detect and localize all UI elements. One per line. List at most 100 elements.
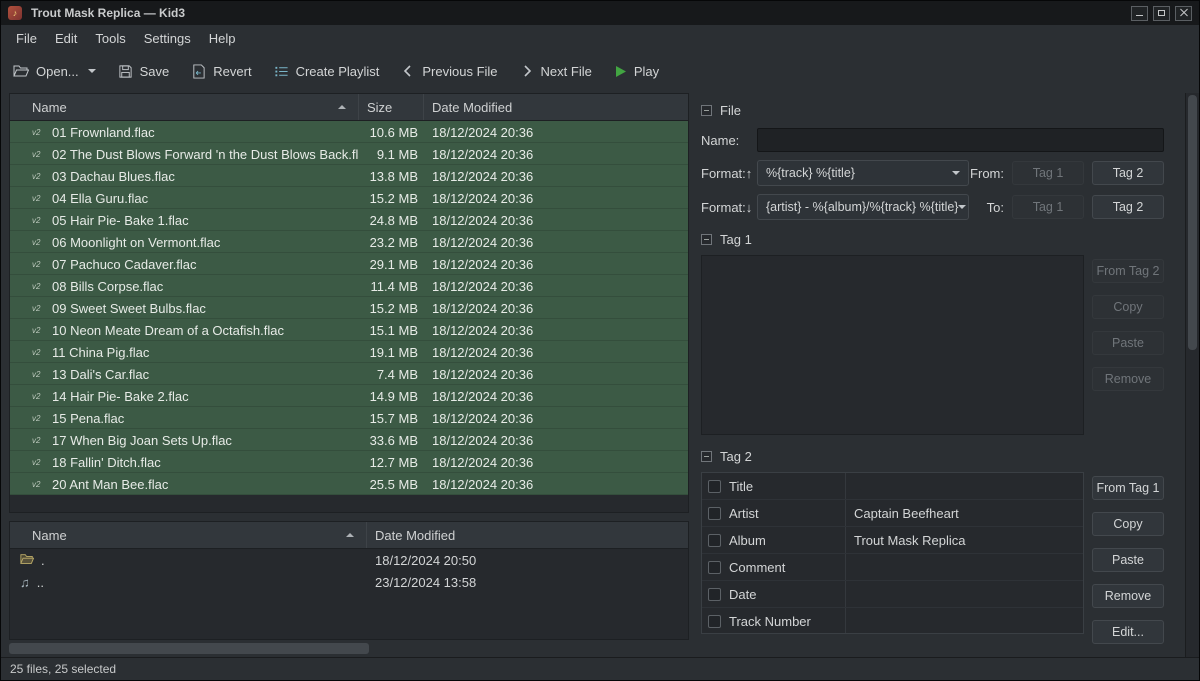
tag2-copy-button[interactable]: Copy (1092, 512, 1164, 536)
tag2-field-value-date[interactable] (845, 581, 1083, 607)
minimize-button[interactable] (1131, 6, 1148, 21)
file-row[interactable]: v218 Fallin' Ditch.flac12.7 MB18/12/2024… (10, 451, 688, 473)
menu-file[interactable]: File (7, 27, 46, 50)
tag2-field-value-title[interactable] (845, 473, 1083, 499)
filename-input[interactable] (757, 128, 1164, 152)
tag1-buttons: From Tag 2 Copy Paste Remove (1092, 255, 1164, 435)
save-button[interactable]: Save (118, 64, 170, 79)
checkbox-track-number[interactable] (708, 615, 721, 628)
file-row[interactable]: v201 Frownland.flac10.6 MB18/12/2024 20:… (10, 121, 688, 143)
file-row[interactable]: v203 Dachau Blues.flac13.8 MB18/12/2024 … (10, 165, 688, 187)
format-to-label: Format:↓ (701, 200, 757, 215)
revert-button[interactable]: Revert (191, 64, 251, 79)
folder-row[interactable]: .18/12/2024 20:50 (10, 549, 688, 571)
create-playlist-button[interactable]: Create Playlist (274, 64, 380, 79)
title-bar: ♪ Trout Mask Replica — Kid3 (1, 1, 1199, 25)
file-name-cell: v210 Neon Meate Dream of a Octafish.flac (10, 323, 359, 338)
tag2-field-value-track-number[interactable] (845, 608, 1083, 634)
tag1-from-tag-2-button[interactable]: From Tag 2 (1092, 259, 1164, 283)
file-name: 07 Pachuco Cadaver.flac (52, 257, 197, 272)
file-row[interactable]: v205 Hair Pie- Bake 1.flac24.8 MB18/12/2… (10, 209, 688, 231)
file-row[interactable]: v207 Pachuco Cadaver.flac29.1 MB18/12/20… (10, 253, 688, 275)
tag2-section-header[interactable]: Tag 2 (701, 449, 1164, 464)
tag2-field-row: Title (702, 473, 1083, 500)
file-row[interactable]: v208 Bills Corpse.flac11.4 MB18/12/2024 … (10, 275, 688, 297)
collapse-icon[interactable] (701, 105, 712, 116)
chevron-down-icon[interactable] (88, 69, 96, 73)
file-row[interactable]: v210 Neon Meate Dream of a Octafish.flac… (10, 319, 688, 341)
folder-name: . (41, 553, 45, 568)
file-section-header[interactable]: File (701, 103, 1164, 118)
format-from-combo[interactable]: %{track} %{title} (757, 160, 969, 186)
file-date-modified: 18/12/2024 20:36 (424, 279, 533, 294)
tag-state-icon: v2 (32, 480, 46, 489)
vertical-scrollbar-thumb[interactable] (1188, 95, 1197, 350)
to-tag-2-button[interactable]: Tag 2 (1092, 195, 1164, 219)
checkbox-album[interactable] (708, 534, 721, 547)
from-tag-2-button[interactable]: Tag 2 (1092, 161, 1164, 185)
file-date-modified: 18/12/2024 20:36 (424, 147, 533, 162)
tag2-remove-button[interactable]: Remove (1092, 584, 1164, 608)
file-row[interactable]: v211 China Pig.flac19.1 MB18/12/2024 20:… (10, 341, 688, 363)
file-row[interactable]: v215 Pena.flac15.7 MB18/12/2024 20:36 (10, 407, 688, 429)
column-header-name[interactable]: Name (10, 94, 359, 120)
file-row[interactable]: v204 Ella Guru.flac15.2 MB18/12/2024 20:… (10, 187, 688, 209)
checkbox-date[interactable] (708, 588, 721, 601)
tag2-field-value-album[interactable]: Trout Mask Replica (845, 527, 1083, 553)
file-row[interactable]: v209 Sweet Sweet Bulbs.flac15.2 MB18/12/… (10, 297, 688, 319)
checkbox-title[interactable] (708, 480, 721, 493)
folder-name: .. (37, 575, 44, 590)
tag1-remove-button[interactable]: Remove (1092, 367, 1164, 391)
file-date-modified: 18/12/2024 20:36 (424, 257, 533, 272)
previous-file-button[interactable]: Previous File (401, 64, 497, 79)
file-row[interactable]: v217 When Big Joan Sets Up.flac33.6 MB18… (10, 429, 688, 451)
folder-column-header-date-modified[interactable]: Date Modified (367, 522, 688, 548)
column-header-date-modified[interactable]: Date Modified (424, 94, 688, 120)
tag2-field-row: AlbumTrout Mask Replica (702, 527, 1083, 554)
from-label: From: (970, 166, 1004, 181)
tag1-paste-button[interactable]: Paste (1092, 331, 1164, 355)
file-row[interactable]: v214 Hair Pie- Bake 2.flac14.9 MB18/12/2… (10, 385, 688, 407)
tag2-field-value-comment[interactable] (845, 554, 1083, 580)
maximize-button[interactable] (1153, 6, 1170, 21)
tag2-from-tag-1-button[interactable]: From Tag 1 (1092, 476, 1164, 500)
file-name: 08 Bills Corpse.flac (52, 279, 163, 294)
horizontal-scrollbar[interactable] (9, 642, 689, 655)
to-tag-1-button[interactable]: Tag 1 (1012, 195, 1084, 219)
tag2-edit-button[interactable]: Edit... (1092, 620, 1164, 644)
collapse-icon[interactable] (701, 451, 712, 462)
file-row[interactable]: v206 Moonlight on Vermont.flac23.2 MB18/… (10, 231, 688, 253)
menu-tools[interactable]: Tools (86, 27, 134, 50)
folder-column-header-name[interactable]: Name (10, 522, 367, 548)
tag2-paste-button[interactable]: Paste (1092, 548, 1164, 572)
column-header-size[interactable]: Size (359, 94, 424, 120)
collapse-icon[interactable] (701, 234, 712, 245)
folder-row[interactable]: ♫..23/12/2024 13:58 (10, 571, 688, 593)
tag2-field-value-artist[interactable]: Captain Beefheart (845, 500, 1083, 526)
menu-help[interactable]: Help (200, 27, 245, 50)
file-name: 13 Dali's Car.flac (52, 367, 149, 382)
horizontal-scrollbar-thumb[interactable] (9, 643, 369, 654)
from-tag-1-button[interactable]: Tag 1 (1012, 161, 1084, 185)
checkbox-artist[interactable] (708, 507, 721, 520)
folder-table-header: Name Date Modified (10, 522, 688, 549)
format-to-combo[interactable]: {artist} - %{album}/%{track} %{title} (757, 194, 969, 220)
file-row[interactable]: v220 Ant Man Bee.flac25.5 MB18/12/2024 2… (10, 473, 688, 495)
play-button[interactable]: Play (614, 64, 659, 79)
next-file-button[interactable]: Next File (520, 64, 592, 79)
file-size: 9.1 MB (359, 147, 424, 162)
file-row[interactable]: v213 Dali's Car.flac7.4 MB18/12/2024 20:… (10, 363, 688, 385)
vertical-scrollbar[interactable] (1185, 93, 1199, 657)
right-pane: File Name: Format:↑ %{track} %{title} Fr… (689, 93, 1185, 657)
open-button[interactable]: Open... (13, 63, 96, 79)
checkbox-comment[interactable] (708, 561, 721, 574)
tag1-copy-button[interactable]: Copy (1092, 295, 1164, 319)
tag2-field-row: Date (702, 581, 1083, 608)
menu-settings[interactable]: Settings (135, 27, 200, 50)
close-button[interactable] (1175, 6, 1192, 21)
file-row[interactable]: v202 The Dust Blows Forward 'n the Dust … (10, 143, 688, 165)
tag1-section-header[interactable]: Tag 1 (701, 232, 1164, 247)
menu-edit[interactable]: Edit (46, 27, 86, 50)
close-icon (1180, 9, 1188, 17)
file-size: 14.9 MB (359, 389, 424, 404)
